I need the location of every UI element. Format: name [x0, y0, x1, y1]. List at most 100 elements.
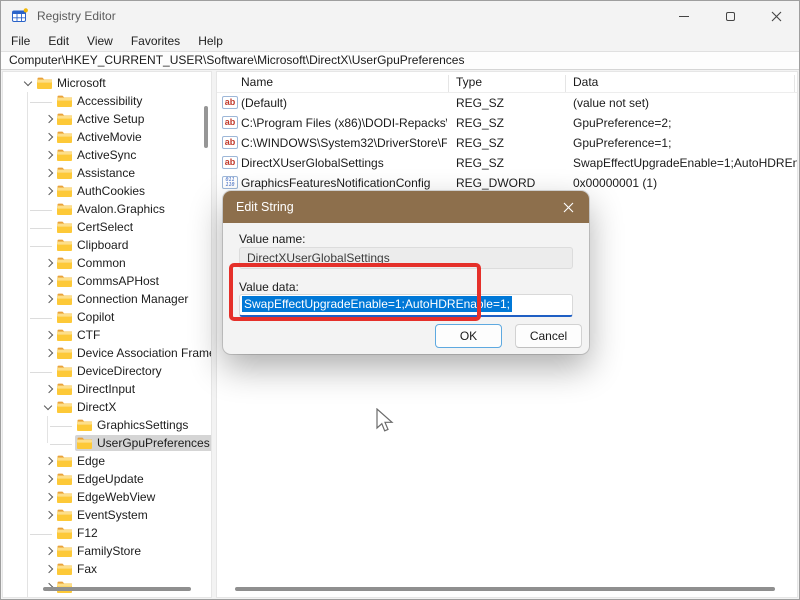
tree-item-content[interactable]: CommsAPHost: [55, 273, 164, 289]
tree-item-content[interactable]: Microsoft: [35, 75, 111, 91]
tree-item-content[interactable]: Fax: [55, 561, 102, 577]
tree-item-content[interactable]: UserGpuPreferences: [75, 435, 211, 451]
tree-item[interactable]: CertSelect: [3, 218, 211, 236]
chevron-right-icon[interactable]: [41, 130, 55, 144]
tree-item[interactable]: DirectX: [3, 398, 211, 416]
chevron-right-icon[interactable]: [41, 166, 55, 180]
table-row[interactable]: ab C:\Program Files (x86)\DODI-Repacks\..…: [217, 113, 797, 133]
tree-item[interactable]: Avalon.Graphics: [3, 200, 211, 218]
chevron-right-icon[interactable]: [41, 328, 55, 342]
tree-item[interactable]: CTF: [3, 326, 211, 344]
address-bar[interactable]: Computer\HKEY_CURRENT_USER\Software\Micr…: [1, 51, 799, 70]
dialog-close-button[interactable]: [547, 191, 589, 223]
close-button[interactable]: [753, 1, 799, 31]
tree-item-content[interactable]: Active Setup: [55, 111, 149, 127]
tree-horizontal-scrollbar[interactable]: [43, 587, 191, 591]
column-divider[interactable]: [448, 75, 449, 92]
maximize-button[interactable]: [707, 1, 753, 31]
tree-item-content[interactable]: FamilyStore: [55, 543, 146, 559]
menu-edit[interactable]: Edit: [39, 34, 78, 48]
column-divider[interactable]: [565, 75, 566, 92]
tree-item-content[interactable]: Common: [55, 255, 131, 271]
chevron-right-icon[interactable]: [41, 112, 55, 126]
tree-item-content[interactable]: EdgeUpdate: [55, 471, 149, 487]
dialog-titlebar[interactable]: Edit String: [223, 191, 589, 223]
tree-item-content[interactable]: Clipboard: [55, 237, 133, 253]
tree-item[interactable]: ActiveSync: [3, 146, 211, 164]
chevron-right-icon[interactable]: [41, 454, 55, 468]
tree-item[interactable]: CommsAPHost: [3, 272, 211, 290]
tree-item[interactable]: EdgeUpdate: [3, 470, 211, 488]
tree-item-content[interactable]: Device Association Framework: [55, 345, 211, 361]
minimize-button[interactable]: [661, 1, 707, 31]
tree-item[interactable]: Edge: [3, 452, 211, 470]
tree-item[interactable]: F12: [3, 524, 211, 542]
value-data-input[interactable]: SwapEffectUpgradeEnable=1;AutoHDREnable=…: [239, 294, 573, 317]
tree-item-content[interactable]: Copilot: [55, 309, 119, 325]
tree-item-content[interactable]: ActiveSync: [55, 147, 141, 163]
table-row[interactable]: ab (Default) REG_SZ (value not set): [217, 93, 797, 113]
table-row[interactable]: ab C:\WINDOWS\System32\DriverStore\Fi... R…: [217, 133, 797, 153]
menu-help[interactable]: Help: [189, 34, 232, 48]
chevron-right-icon[interactable]: [41, 256, 55, 270]
chevron-down-icon[interactable]: [21, 76, 35, 90]
tree-item[interactable]: AuthCookies: [3, 182, 211, 200]
tree-item[interactable]: Assistance: [3, 164, 211, 182]
chevron-right-icon[interactable]: [41, 292, 55, 306]
tree-item-content[interactable]: Accessibility: [55, 93, 147, 109]
tree-item[interactable]: DeviceDirectory: [3, 362, 211, 380]
tree-item[interactable]: DirectInput: [3, 380, 211, 398]
chevron-right-icon[interactable]: [41, 148, 55, 162]
chevron-right-icon[interactable]: [41, 544, 55, 558]
tree-item-content[interactable]: DirectX: [55, 399, 121, 415]
table-row[interactable]: 011 110 GraphicsFeaturesNotificationConfig…: [217, 173, 797, 193]
chevron-right-icon[interactable]: [41, 346, 55, 360]
tree-item-content[interactable]: CTF: [55, 327, 105, 343]
tree-item-content[interactable]: Edge: [55, 453, 110, 469]
tree-item[interactable]: UserGpuPreferences: [3, 434, 211, 452]
chevron-down-icon[interactable]: [41, 400, 55, 414]
column-header-data[interactable]: Data: [573, 75, 598, 89]
chevron-right-icon[interactable]: [41, 274, 55, 288]
chevron-right-icon[interactable]: [41, 508, 55, 522]
tree-item[interactable]: Copilot: [3, 308, 211, 326]
menu-favorites[interactable]: Favorites: [122, 34, 189, 48]
tree-item[interactable]: Microsoft: [3, 74, 211, 92]
tree-item[interactable]: FamilyStore: [3, 542, 211, 560]
tree-item[interactable]: Accessibility: [3, 92, 211, 110]
table-row[interactable]: ab DirectXUserGlobalSettings REG_SZ SwapEff…: [217, 153, 797, 173]
tree-item[interactable]: Device Association Framework: [3, 344, 211, 362]
tree-item-content[interactable]: F12: [55, 525, 103, 541]
tree-item-content[interactable]: AuthCookies: [55, 183, 150, 199]
menu-view[interactable]: View: [78, 34, 122, 48]
tree-item[interactable]: Clipboard: [3, 236, 211, 254]
tree-item-content[interactable]: Avalon.Graphics: [55, 201, 170, 217]
tree-item-content[interactable]: GraphicsSettings: [75, 417, 193, 433]
tree-item[interactable]: GraphicsSettings: [3, 416, 211, 434]
chevron-right-icon[interactable]: [41, 382, 55, 396]
tree-item[interactable]: Active Setup: [3, 110, 211, 128]
chevron-right-icon[interactable]: [41, 562, 55, 576]
value-name-field[interactable]: DirectXUserGlobalSettings: [239, 247, 573, 269]
menu-file[interactable]: File: [2, 34, 39, 48]
tree-vertical-scrollbar[interactable]: [204, 106, 208, 148]
column-divider[interactable]: [794, 75, 795, 92]
column-header-type[interactable]: Type: [456, 75, 482, 89]
tree-item[interactable]: EventSystem: [3, 506, 211, 524]
tree-item-content[interactable]: Connection Manager: [55, 291, 193, 307]
chevron-right-icon[interactable]: [41, 490, 55, 504]
chevron-right-icon[interactable]: [41, 472, 55, 486]
tree-item[interactable]: Common: [3, 254, 211, 272]
column-header-name[interactable]: Name: [241, 75, 273, 89]
tree-item-content[interactable]: DirectInput: [55, 381, 140, 397]
tree-item[interactable]: ActiveMovie: [3, 128, 211, 146]
tree-item-content[interactable]: ActiveMovie: [55, 129, 147, 145]
tree-item-content[interactable]: EdgeWebView: [55, 489, 160, 505]
chevron-right-icon[interactable]: [41, 184, 55, 198]
list-horizontal-scrollbar[interactable]: [235, 587, 775, 591]
tree-item-content[interactable]: DeviceDirectory: [55, 363, 167, 379]
tree-item-content[interactable]: CertSelect: [55, 219, 138, 235]
tree-item-content[interactable]: EventSystem: [55, 507, 153, 523]
cancel-button[interactable]: Cancel: [515, 324, 582, 348]
tree-item[interactable]: Connection Manager: [3, 290, 211, 308]
